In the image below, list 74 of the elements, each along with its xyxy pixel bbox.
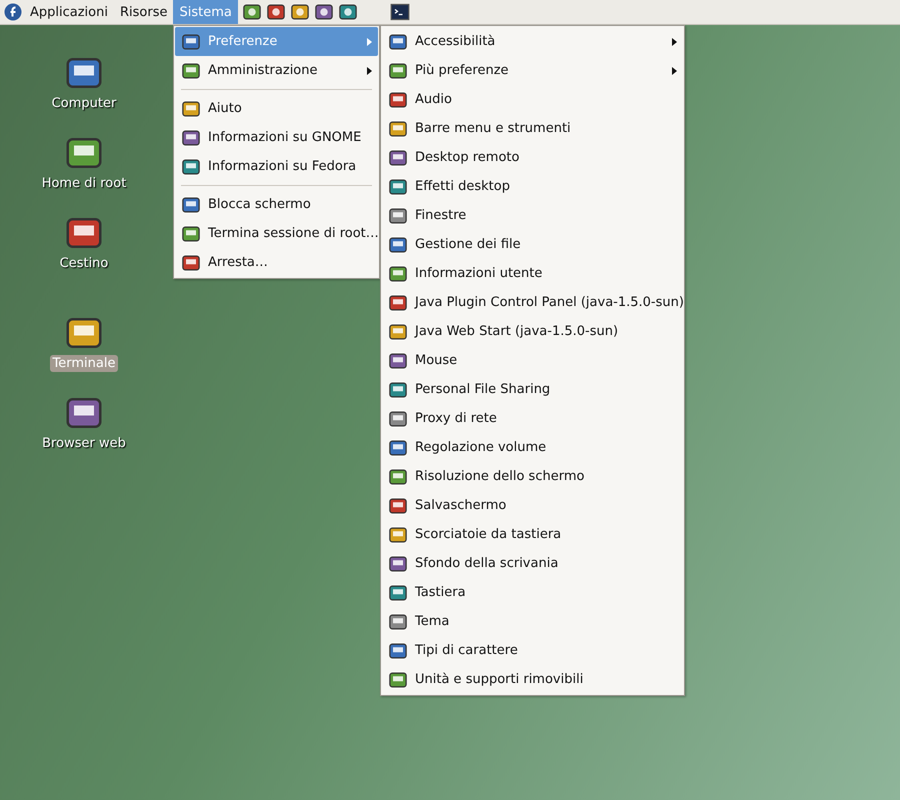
menu-item[interactable]: Sfondo della scrivania	[382, 549, 683, 578]
menu-item-icon	[181, 128, 201, 148]
menu-item[interactable]: Scorciatoie da tastiera	[382, 520, 683, 549]
menu-item-icon	[388, 582, 408, 602]
menu-item[interactable]: Audio	[382, 85, 683, 114]
launcher-icon[interactable]	[288, 2, 311, 22]
menu-item-icon	[388, 466, 408, 486]
menu-item-icon	[388, 350, 408, 370]
menu-item[interactable]: Desktop remoto	[382, 143, 683, 172]
menu-item[interactable]: Informazioni su Fedora	[175, 152, 378, 181]
menu-item-icon	[181, 60, 201, 80]
menu-item-icon	[388, 438, 408, 458]
menu-item-icon	[388, 524, 408, 544]
launcher-icon[interactable]	[240, 2, 263, 22]
menu-item[interactable]: Java Web Start (java-1.5.0-sun)	[382, 317, 683, 346]
menu-item-icon	[388, 554, 408, 574]
menu-item[interactable]: Java Plugin Control Panel (java-1.5.0-sun)	[382, 288, 683, 317]
menu-item-icon	[388, 292, 408, 312]
menu-item-icon	[388, 234, 408, 254]
menu-item[interactable]: Unità e supporti rimovibili	[382, 665, 683, 694]
terminal-icon[interactable]	[390, 2, 410, 22]
desktop-icon-label[interactable]: Cestino	[56, 255, 112, 272]
menu-item-icon	[388, 148, 408, 168]
fedora-logo-icon[interactable]	[4, 3, 22, 21]
menu-item[interactable]: Blocca schermo	[175, 190, 378, 219]
menu-item[interactable]: Tipi di carattere	[382, 636, 683, 665]
menu-item[interactable]: Barre menu e strumenti	[382, 114, 683, 143]
menu-item-icon	[388, 496, 408, 516]
menu-item[interactable]: Regolazione volume	[382, 433, 683, 462]
menu-item-icon	[388, 264, 408, 284]
menu-item-icon	[388, 670, 408, 690]
menu-item-icon	[181, 32, 201, 52]
menu-item-icon	[388, 612, 408, 632]
menu-item[interactable]: Tema	[382, 607, 683, 636]
menu-item-icon	[388, 32, 408, 52]
menu-item[interactable]: Aiuto	[175, 94, 378, 123]
menu-item[interactable]: Proxy di rete	[382, 404, 683, 433]
menu-item-icon	[388, 118, 408, 138]
menu-item[interactable]: Gestione dei file	[382, 230, 683, 259]
menu-item-icon	[181, 194, 201, 214]
menu-item-icon	[388, 90, 408, 110]
menu-item-icon	[388, 408, 408, 428]
menu-item-icon	[388, 322, 408, 342]
launcher-icon[interactable]	[336, 2, 359, 22]
menu-item[interactable]: Termina sessione di root…	[175, 219, 378, 248]
panel-menu[interactable]: Risorse	[114, 0, 174, 24]
menu-item[interactable]: Salvaschermo	[382, 491, 683, 520]
menu-item[interactable]: Più preferenze	[382, 56, 683, 85]
menu-item[interactable]: Informazioni utente	[382, 259, 683, 288]
menu-item-icon	[388, 640, 408, 660]
menu-item-icon	[388, 60, 408, 80]
menu-item[interactable]: Accessibilità	[382, 27, 683, 56]
menu-item-icon	[181, 156, 201, 176]
desktop-icon-label[interactable]: Home di root	[38, 175, 130, 192]
menu-item[interactable]: Risoluzione dello schermo	[382, 462, 683, 491]
menu-item[interactable]: Mouse	[382, 346, 683, 375]
menu-item[interactable]: Tastiera	[382, 578, 683, 607]
launcher-icon[interactable]	[312, 2, 335, 22]
menu-item[interactable]: Informazioni su GNOME	[175, 123, 378, 152]
panel-menu[interactable]: Applicazioni	[24, 0, 114, 24]
menu-item[interactable]: Personal File Sharing	[382, 375, 683, 404]
menu-item-icon	[181, 224, 201, 244]
menu-item[interactable]: Arresta…	[175, 248, 378, 277]
menu-item-icon	[388, 176, 408, 196]
menu-item[interactable]: Amministrazione	[175, 56, 378, 85]
desktop-icon-label[interactable]: Browser web	[39, 435, 129, 452]
menu-item-icon	[181, 252, 201, 272]
menu-item-icon	[388, 380, 408, 400]
launcher-icon[interactable]	[264, 2, 287, 22]
menu-item[interactable]: Effetti desktop	[382, 172, 683, 201]
menu-item-icon	[181, 98, 201, 118]
desktop-icon-label[interactable]: Computer	[48, 95, 120, 112]
menu-item[interactable]: Finestre	[382, 201, 683, 230]
menu-item-icon	[388, 206, 408, 226]
